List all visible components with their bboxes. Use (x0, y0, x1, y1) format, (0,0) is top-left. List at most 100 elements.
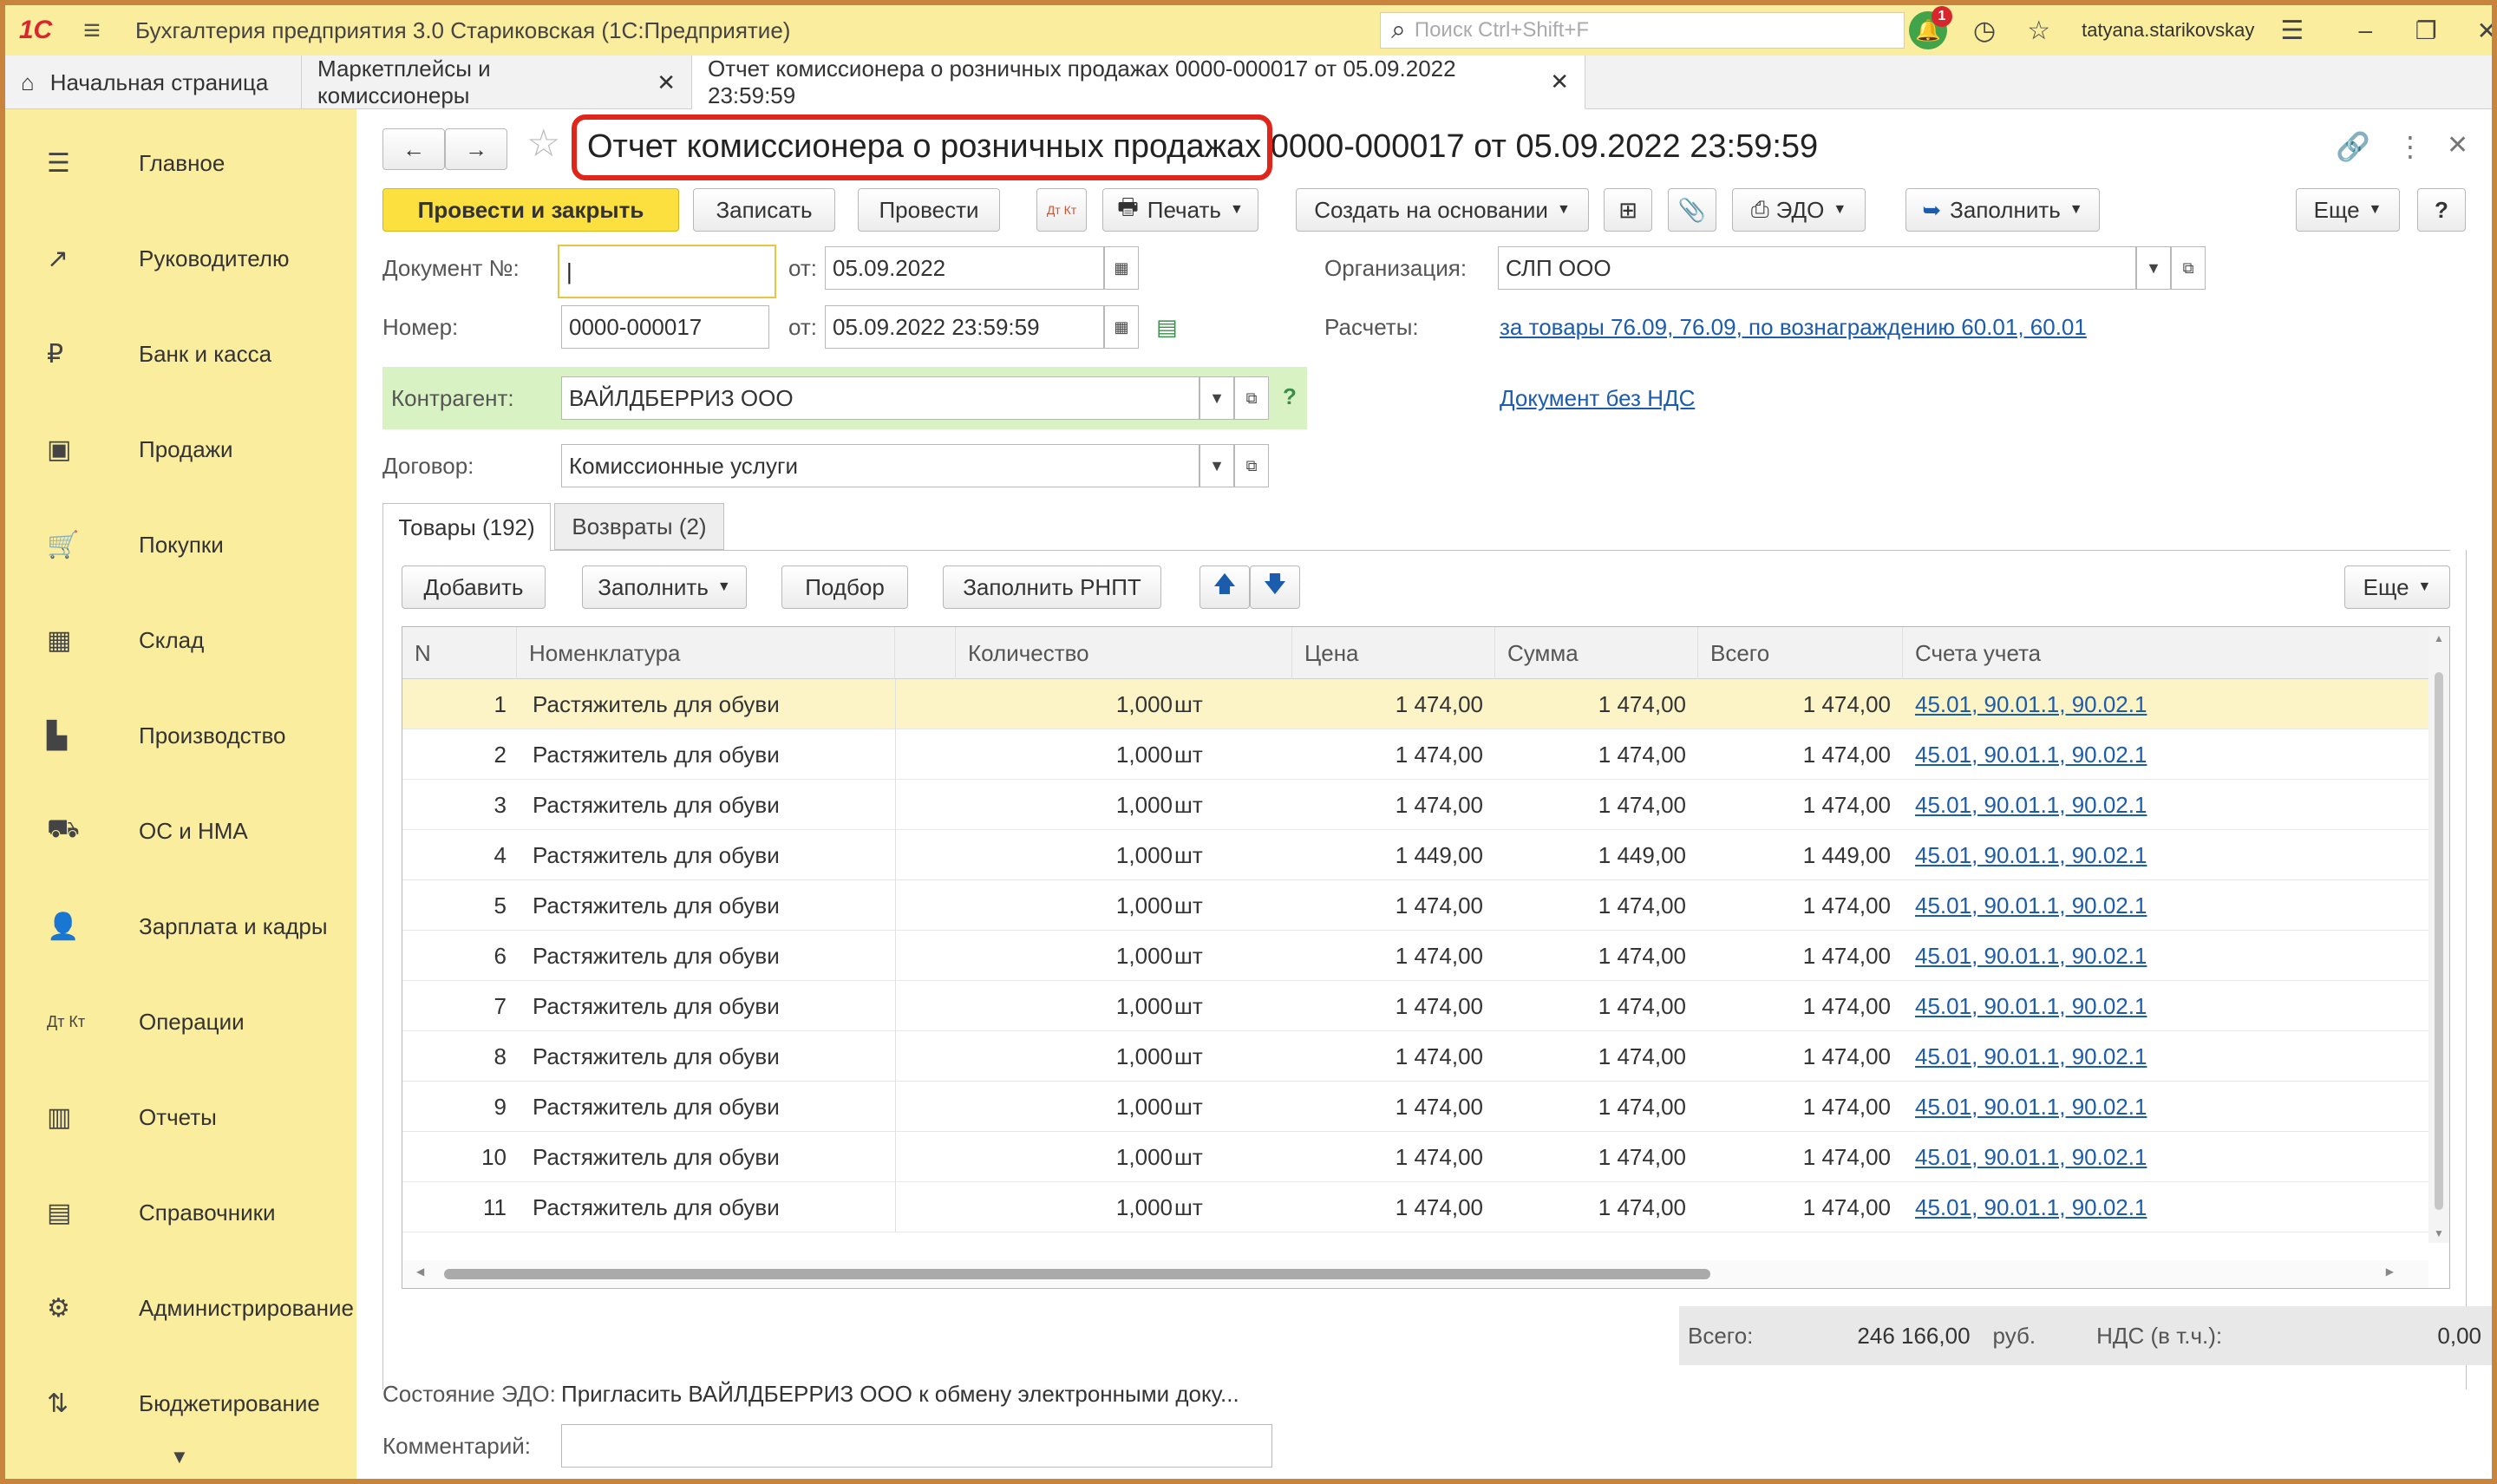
numbering-icon[interactable]: ▤ (1156, 314, 1178, 341)
move-up-icon[interactable]: 🡅 (1199, 565, 1250, 609)
col-n[interactable]: N (402, 627, 517, 679)
forward-button[interactable]: → (445, 128, 507, 170)
sidebar-item-fixed-assets[interactable]: ⛟ ОС и НМА (5, 805, 356, 857)
fill-rnpt-button[interactable]: Заполнить РНПТ (943, 565, 1161, 609)
help-button[interactable]: ? (2417, 188, 2466, 232)
horizontal-scroll-thumb[interactable] (444, 1269, 1710, 1279)
counterparty-help-icon[interactable]: ? (1283, 383, 1297, 410)
col-nomenclature[interactable]: Номенклатура (517, 627, 895, 679)
table-fill-button[interactable]: Заполнить ▼ (582, 565, 747, 609)
sidebar-item-main[interactable]: ☰ Главное (5, 137, 356, 189)
sidebar-item-bank[interactable]: ₽ Банк и касса (5, 328, 356, 380)
cell-accounts-link[interactable]: 45.01, 90.01.1, 90.02.1 (1915, 1031, 2401, 1082)
counterparty-input[interactable]: ВАЙЛДБЕРРИЗ ООО (561, 376, 1199, 420)
settlements-link[interactable]: за товары 76.09, 76.09, по вознаграждени… (1500, 314, 2087, 341)
cell-accounts-link[interactable]: 45.01, 90.01.1, 90.02.1 (1915, 830, 2401, 880)
subtab-goods[interactable]: Товары (192) (382, 503, 551, 552)
number-input[interactable]: 0000-000017 (561, 305, 769, 349)
app-logo[interactable]: 1С (5, 5, 66, 56)
favorite-star-icon[interactable]: ☆ (526, 121, 560, 166)
settings-menu-icon[interactable]: ☰ (2280, 16, 2304, 46)
cell-accounts-link[interactable]: 45.01, 90.01.1, 90.02.1 (1915, 1082, 2401, 1132)
open-contract-icon[interactable]: ⧉ (1234, 444, 1269, 487)
sidebar-item-sales[interactable]: ▣ Продажи (5, 423, 356, 475)
table-row[interactable]: 5 Растяжитель для обуви 1,000 шт 1 474,00 1 4… (402, 880, 2428, 931)
chevron-down-icon[interactable]: ▼ (2136, 246, 2171, 290)
subtab-returns[interactable]: Возвраты (2) (554, 503, 724, 550)
no-vat-document-link[interactable]: Документ без НДС (1500, 385, 1695, 412)
sidebar-item-budgeting[interactable]: ⇅ Бюджетирование (5, 1377, 356, 1429)
scroll-down-icon[interactable]: ▼ (2434, 1227, 2444, 1239)
sidebar-item-warehouse[interactable]: ▦ Склад (5, 614, 356, 666)
table-row[interactable]: 2 Растяжитель для обуви 1,000 шт 1 474,00 1 4… (402, 729, 2428, 780)
attach-icon[interactable]: 📎 (1668, 188, 1716, 232)
cell-accounts-link[interactable]: 45.01, 90.01.1, 90.02.1 (1915, 729, 2401, 780)
main-menu-icon[interactable]: ≡ (66, 14, 118, 48)
cell-accounts-link[interactable]: 45.01, 90.01.1, 90.02.1 (1915, 880, 2401, 931)
scroll-left-icon[interactable]: ◀ (416, 1265, 424, 1278)
more-vertical-icon[interactable]: ⋮ (2396, 130, 2424, 163)
link-icon[interactable]: 🔗 (2336, 130, 2370, 163)
print-button[interactable]: 🖶 Печать ▼ (1102, 188, 1258, 232)
table-row[interactable]: 3 Растяжитель для обуви 1,000 шт 1 474,00 1 4… (402, 780, 2428, 830)
post-and-close-button[interactable]: Провести и закрыть (382, 188, 679, 232)
sidebar-item-purchases[interactable]: 🛒 Покупки (5, 519, 356, 571)
organization-input[interactable]: СЛП ООО (1498, 246, 2136, 290)
sidebar-item-operations[interactable]: Дт Кт Операции (5, 996, 356, 1048)
table-row[interactable]: 11 Растяжитель для обуви 1,000 шт 1 474,00 1 … (402, 1182, 2428, 1232)
sidebar-item-salary[interactable]: 👤 Зарплата и кадры (5, 900, 356, 952)
vertical-scrollbar[interactable]: ▲ ▼ (2428, 627, 2449, 1243)
table-row[interactable]: 8 Растяжитель для обуви 1,000 шт 1 474,00 1 4… (402, 1031, 2428, 1082)
contract-input[interactable]: Комиссионные услуги (561, 444, 1199, 487)
comment-input[interactable] (561, 1424, 1272, 1468)
post-button[interactable]: Провести (858, 188, 1000, 232)
horizontal-scrollbar[interactable]: ◀ ▶ (402, 1260, 2428, 1288)
open-organization-icon[interactable]: ⧉ (2171, 246, 2206, 290)
table-row[interactable]: 4 Растяжитель для обуви 1,000 шт 1 449,00 1 4… (402, 830, 2428, 880)
scroll-right-icon[interactable]: ▶ (2386, 1265, 2394, 1278)
cell-accounts-link[interactable]: 45.01, 90.01.1, 90.02.1 (1915, 1182, 2401, 1232)
calendar-icon[interactable]: ▦ (1104, 305, 1139, 349)
edo-button[interactable]: ⎙ ЭДО ▼ (1732, 188, 1866, 232)
notifications-icon[interactable]: 🔔 1 (1909, 6, 1952, 49)
select-button[interactable]: Подбор (781, 565, 908, 609)
scroll-up-icon[interactable]: ▲ (2434, 632, 2444, 644)
history-icon[interactable]: ◷ (1973, 16, 1996, 46)
table-row[interactable]: 9 Растяжитель для обуви 1,000 шт 1 474,00 1 4… (402, 1082, 2428, 1132)
fill-button[interactable]: ➥ Заполнить ▼ (1905, 188, 2100, 232)
sidebar-item-admin[interactable]: ⚙ Администрирование (5, 1282, 356, 1334)
cell-accounts-link[interactable]: 45.01, 90.01.1, 90.02.1 (1915, 931, 2401, 981)
search-input[interactable]: ⌕ Поиск Ctrl+Shift+F (1380, 12, 1905, 49)
move-down-icon[interactable]: 🡇 (1250, 565, 1300, 609)
vertical-scroll-thumb[interactable] (2435, 672, 2443, 1210)
open-counterparty-icon[interactable]: ⧉ (1234, 376, 1269, 420)
user-name[interactable]: tatyana.starikovskay (2082, 19, 2254, 42)
edo-state-value[interactable]: Пригласить ВАЙЛДБЕРРИЗ ООО к обмену элек… (561, 1381, 1239, 1408)
doc-date-input[interactable]: 05.09.2022 (825, 246, 1104, 290)
sidebar-item-production[interactable]: ▙ Производство (5, 709, 356, 762)
table-row[interactable]: 10 Растяжитель для обуви 1,000 шт 1 474,00 1 … (402, 1132, 2428, 1182)
save-button[interactable]: Записать (693, 188, 835, 232)
close-tab-icon[interactable]: ✕ (657, 69, 676, 96)
sidebar-item-manager[interactable]: ↗ Руководителю (5, 232, 356, 284)
close-form-icon[interactable]: ✕ (2447, 130, 2468, 160)
col-quantity[interactable]: Количество (956, 627, 1292, 679)
sidebar-item-catalogs[interactable]: ▤ Справочники (5, 1187, 356, 1239)
close-tab-icon[interactable]: ✕ (1550, 69, 1569, 95)
calendar-icon[interactable]: ▦ (1104, 246, 1139, 290)
col-total[interactable]: Всего (1698, 627, 1903, 679)
tab-marketplaces[interactable]: Маркетплейсы и комиссионеры ✕ (302, 56, 692, 109)
add-row-button[interactable]: Добавить (402, 565, 546, 609)
favorites-star-icon[interactable]: ☆ (2027, 16, 2050, 46)
restore-button[interactable]: ❐ (2396, 16, 2456, 45)
table-row[interactable]: 7 Растяжитель для обуви 1,000 шт 1 474,00 1 4… (402, 981, 2428, 1031)
col-price[interactable]: Цена (1292, 627, 1495, 679)
sidebar-item-reports[interactable]: ▥ Отчеты (5, 1091, 356, 1143)
doc-number-input[interactable]: | (558, 245, 776, 298)
table-more-button[interactable]: Еще ▼ (2344, 565, 2450, 609)
chevron-down-icon[interactable]: ▼ (1199, 444, 1234, 487)
close-window-button[interactable]: ✕ (2456, 16, 2492, 45)
cell-accounts-link[interactable]: 45.01, 90.01.1, 90.02.1 (1915, 981, 2401, 1031)
more-button[interactable]: Еще ▼ (2296, 188, 2400, 232)
tab-home[interactable]: ⌂ Начальная страница (5, 56, 302, 109)
